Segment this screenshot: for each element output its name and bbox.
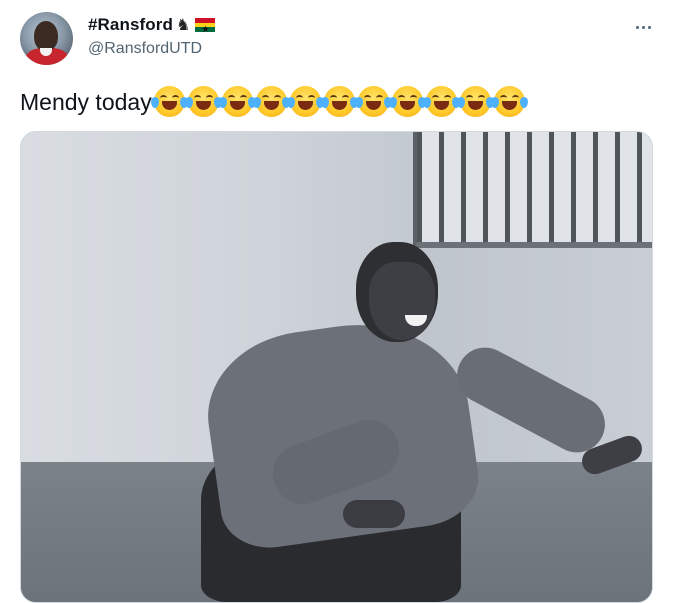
face-with-tears-of-joy-icon [150,86,188,117]
tweet-card: #Ransford ♞ ★ @RansfordUTD Mendy today [0,0,700,603]
emoji-row [150,86,528,117]
more-dot-icon [635,25,639,29]
ghana-flag-icon: ★ [195,18,216,32]
avatar-head [34,21,58,51]
face-with-tears-of-joy-icon [456,86,494,117]
face-with-tears-of-joy-icon [388,86,426,117]
author-handle[interactable]: @RansfordUTD [88,40,202,58]
person-hand-left [343,500,405,528]
more-dot-icon [647,25,651,29]
tweet-text: Mendy today [20,86,528,117]
image-person [21,132,652,602]
horse-icon: ♞ [175,17,191,34]
tweet-text-content: Mendy today [20,88,152,115]
face-with-tears-of-joy-icon [490,86,528,117]
face-with-tears-of-joy-icon [422,86,460,117]
tweet-media-image[interactable] [20,131,653,603]
more-dot-icon [641,25,645,29]
face-with-tears-of-joy-icon [184,86,222,117]
avatar[interactable] [20,12,73,65]
author-name-row[interactable]: #Ransford ♞ ★ [88,15,216,35]
author-display-name[interactable]: #Ransford [88,15,173,35]
person-face [369,262,435,340]
face-with-tears-of-joy-icon [354,86,392,117]
face-with-tears-of-joy-icon [286,86,324,117]
face-with-tears-of-joy-icon [252,86,290,117]
face-with-tears-of-joy-icon [218,86,256,117]
face-with-tears-of-joy-icon [320,86,358,117]
more-options-button[interactable] [630,18,656,36]
